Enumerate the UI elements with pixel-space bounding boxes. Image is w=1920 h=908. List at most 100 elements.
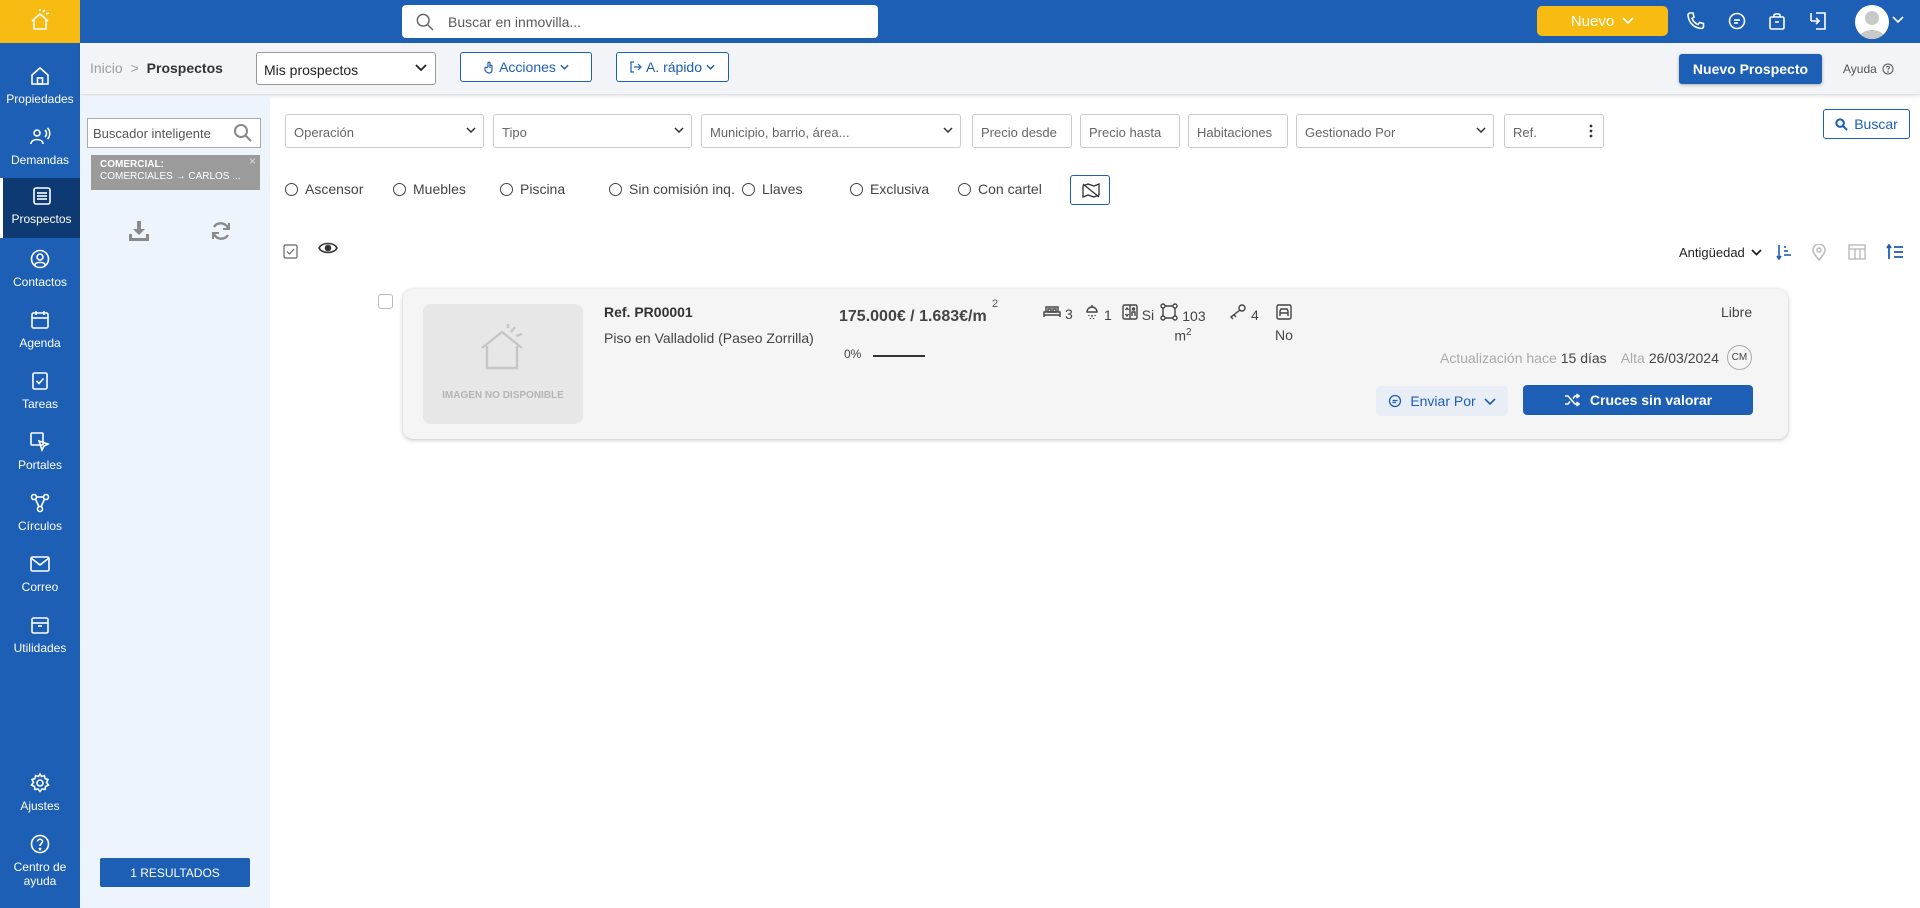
cursor-click-icon xyxy=(29,430,51,454)
refresh-icon[interactable] xyxy=(210,220,232,242)
precio-desde-field[interactable]: Precio desde xyxy=(972,114,1072,148)
breadcrumb-home[interactable]: Inicio xyxy=(90,60,123,76)
buscar-button[interactable]: Buscar xyxy=(1823,109,1910,139)
results-count-button[interactable]: 1 RESULTADOS xyxy=(100,858,250,887)
help-label: Ayuda xyxy=(1843,62,1877,76)
radio-circle[interactable] xyxy=(393,182,406,196)
sidebar-item-ajustes[interactable]: Ajustes xyxy=(0,765,80,825)
sidebar-item-tareas[interactable]: Tareas xyxy=(0,363,80,423)
table-view-icon[interactable] xyxy=(1848,244,1866,260)
download-icon[interactable] xyxy=(127,220,151,242)
prospect-ref[interactable]: Ref. PR00001 xyxy=(604,304,693,320)
habitaciones-field[interactable]: Habitaciones xyxy=(1188,114,1288,148)
buscar-label: Buscar xyxy=(1854,116,1898,132)
ref-field[interactable]: Ref. xyxy=(1504,114,1604,148)
radio-circle[interactable] xyxy=(958,182,971,196)
sidebar-item-prospectos[interactable]: Prospectos xyxy=(0,178,80,238)
sidebar-item-portales[interactable]: Portales xyxy=(0,424,80,484)
list-view-icon[interactable] xyxy=(1886,244,1904,260)
exit-icon[interactable] xyxy=(1808,11,1828,31)
option-ascensor[interactable]: Ascensor xyxy=(285,181,363,197)
alta-date: 26/03/2024 xyxy=(1648,349,1719,366)
breadcrumb: Inicio > Prospectos xyxy=(90,60,223,76)
avatar[interactable] xyxy=(1855,5,1889,39)
radio-circle[interactable] xyxy=(285,182,298,196)
user-circle-icon xyxy=(29,247,51,271)
option-sin-comision[interactable]: Sin comisión inq. xyxy=(609,181,735,197)
chat-icon[interactable] xyxy=(1727,11,1747,31)
tag-value: COMERCIALES → CARLOS ... xyxy=(100,171,241,182)
sidebar-item-utilidades[interactable]: Utilidades xyxy=(0,607,80,667)
sidebar-item-propiedades[interactable]: Propiedades xyxy=(0,58,80,118)
sidebar-item-label: Ajustes xyxy=(20,799,60,813)
tipo-select[interactable]: Tipo xyxy=(493,114,692,148)
view-select-value: Mis prospectos xyxy=(264,62,359,78)
view-select[interactable]: Mis prospectos xyxy=(256,52,436,85)
map-draw-button[interactable] xyxy=(1070,175,1110,205)
sidebar-item-centro-ayuda[interactable]: Centro de ayuda xyxy=(0,826,80,896)
page-header: Inicio > Prospectos Mis prospectos Accio… xyxy=(80,43,1920,95)
prospect-card[interactable]: IMAGEN NO DISPONIBLE Ref. PR00001 Piso e… xyxy=(403,289,1788,439)
search-icon xyxy=(416,13,434,31)
help-link[interactable]: Ayuda xyxy=(1843,62,1894,76)
radio-circle[interactable] xyxy=(742,182,755,196)
house-placeholder-icon xyxy=(481,324,523,370)
property-thumbnail[interactable]: IMAGEN NO DISPONIBLE xyxy=(423,304,583,424)
chevron-down-icon[interactable] xyxy=(1892,16,1904,24)
global-search[interactable] xyxy=(402,5,878,38)
sidebar-item-contactos[interactable]: Contactos xyxy=(0,241,80,301)
cruces-sin-valorar-button[interactable]: Cruces sin valorar xyxy=(1523,385,1753,415)
global-search-input[interactable] xyxy=(448,13,828,30)
filter-sidebar: COMERCIAL: COMERCIALES → CARLOS ... × 1 … xyxy=(80,96,270,908)
person-voice-icon xyxy=(29,125,51,149)
agent-avatar[interactable]: CM xyxy=(1726,345,1752,370)
gestionado-select[interactable]: Gestionado Por xyxy=(1296,114,1494,148)
update-prefix: Actualización hace xyxy=(1440,349,1557,366)
map-pin-icon[interactable] xyxy=(1812,244,1826,261)
sidebar-item-circulos[interactable]: Círculos xyxy=(0,485,80,545)
precio-hasta-field[interactable]: Precio hasta xyxy=(1080,114,1180,148)
sidebar-item-correo[interactable]: Correo xyxy=(0,546,80,606)
nuevo-dropdown-button[interactable]: Nuevo xyxy=(1537,6,1668,36)
smart-search-input[interactable] xyxy=(93,125,233,141)
acceso-rapido-button[interactable]: A. rápido xyxy=(616,52,729,82)
bag-icon[interactable] xyxy=(1767,11,1787,31)
row-checkbox[interactable] xyxy=(378,294,393,309)
phone-icon[interactable] xyxy=(1686,11,1706,31)
radio-circle[interactable] xyxy=(850,182,863,196)
sort-order-icon[interactable] xyxy=(1776,244,1792,260)
sidebar-item-demandas[interactable]: Demandas xyxy=(0,119,80,179)
sort-select[interactable]: Antigüedad xyxy=(1679,245,1762,260)
eye-icon[interactable] xyxy=(318,241,338,255)
municipio-select[interactable]: Municipio, barrio, área... xyxy=(701,114,961,148)
status-badge: Libre xyxy=(1721,304,1753,320)
app-logo[interactable] xyxy=(0,0,80,43)
search-icon[interactable] xyxy=(233,123,253,143)
sidebar: Propiedades Demandas Prospectos Contacto… xyxy=(0,43,80,908)
update-info: Actualización hace 15 días Alta 26/03/20… xyxy=(1440,345,1752,370)
radio-circle[interactable] xyxy=(500,182,513,196)
operacion-select[interactable]: Operación xyxy=(285,114,484,148)
price-unit-exponent: 2 xyxy=(992,298,999,310)
select-all-checkbox[interactable] xyxy=(283,244,298,259)
smart-search[interactable] xyxy=(87,118,261,148)
more-vertical-icon[interactable] xyxy=(1589,124,1593,138)
radio-circle[interactable] xyxy=(609,182,622,196)
feature-garage: No xyxy=(1266,303,1302,343)
option-muebles[interactable]: Muebles xyxy=(393,181,466,197)
close-icon[interactable]: × xyxy=(249,155,256,167)
acciones-button[interactable]: Acciones xyxy=(460,52,592,82)
elevator-icon xyxy=(1122,303,1138,321)
option-piscina[interactable]: Piscina xyxy=(500,181,565,197)
option-exclusiva[interactable]: Exclusiva xyxy=(850,181,929,197)
option-llaves[interactable]: Llaves xyxy=(742,181,802,197)
option-con-cartel[interactable]: Con cartel xyxy=(958,181,1042,197)
ref-placeholder: Ref. xyxy=(1513,125,1537,140)
chevron-down-icon xyxy=(943,127,953,133)
enviar-por-button[interactable]: Enviar Por xyxy=(1376,386,1508,416)
nuevo-prospecto-button[interactable]: Nuevo Prospecto xyxy=(1679,54,1822,84)
sidebar-item-agenda[interactable]: Agenda xyxy=(0,302,80,362)
sidebar-item-label: Correo xyxy=(21,580,59,594)
option-label: Piscina xyxy=(520,181,566,197)
sidebar-item-label: Propiedades xyxy=(6,92,74,106)
